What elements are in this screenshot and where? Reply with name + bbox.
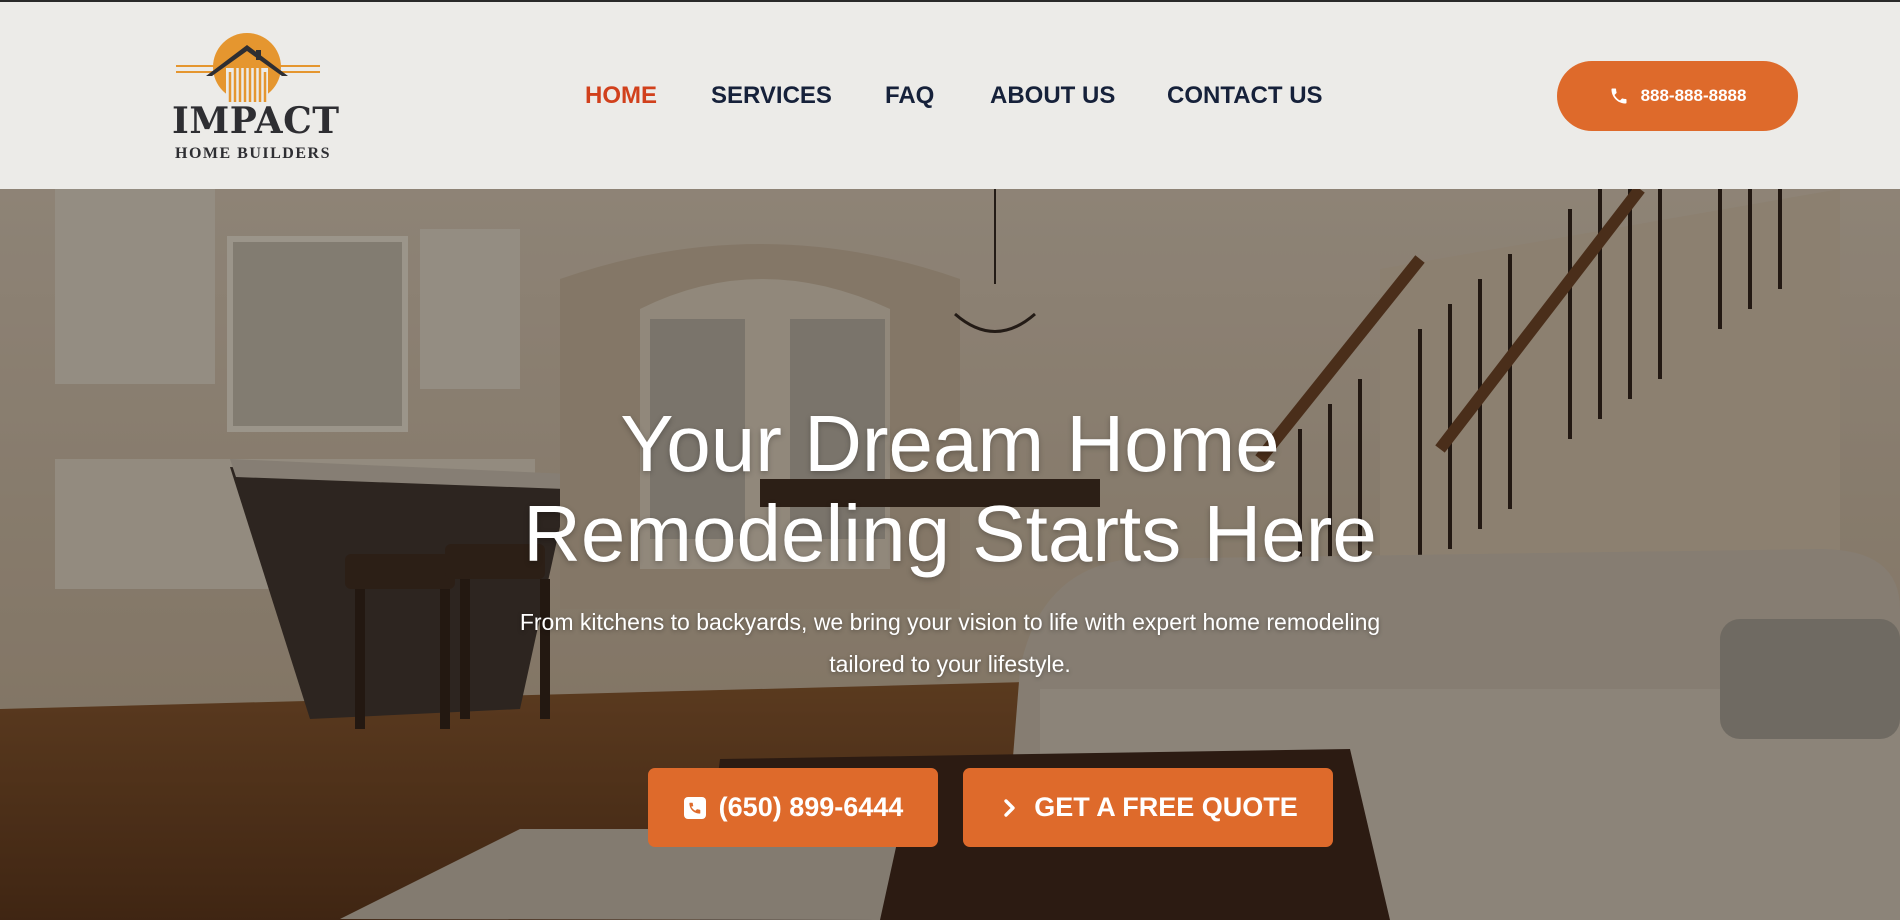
hero-title-line-2: Remodeling Starts Here bbox=[523, 489, 1377, 578]
hero-subtitle: From kitchens to backyards, we bring you… bbox=[460, 601, 1440, 685]
hero-section: Your Dream Home Remodeling Starts Here F… bbox=[0, 189, 1900, 920]
hero-title: Your Dream Home Remodeling Starts Here bbox=[350, 399, 1550, 579]
call-phone-label: (650) 899-6444 bbox=[718, 792, 904, 822]
phone-square-icon bbox=[683, 796, 706, 819]
logo[interactable]: IMPACT HOME BUILDERS bbox=[172, 32, 340, 167]
free-quote-button[interactable]: GET A FREE QUOTE bbox=[963, 768, 1333, 847]
call-phone-button[interactable]: (650) 899-6444 bbox=[648, 768, 938, 847]
logo-house-icon bbox=[176, 33, 320, 102]
header-phone-button[interactable]: 888-888-8888 bbox=[1557, 61, 1798, 131]
hero-subtitle-line-1: From kitchens to backyards, we bring you… bbox=[519, 609, 1381, 635]
logo-wordmark: IMPACT bbox=[172, 100, 340, 142]
phone-icon bbox=[1611, 88, 1627, 104]
hero-title-line-1: Your Dream Home bbox=[620, 399, 1280, 488]
nav-item-faq[interactable]: FAQ bbox=[885, 82, 934, 110]
nav-item-home[interactable]: HOME bbox=[585, 82, 657, 110]
nav-item-contact-us[interactable]: CONTACT US bbox=[1167, 82, 1323, 110]
nav-item-about-us[interactable]: ABOUT US bbox=[990, 82, 1115, 110]
nav-item-services[interactable]: SERVICES bbox=[711, 82, 832, 110]
logo-tagline: HOME BUILDERS bbox=[175, 145, 331, 162]
chevron-right-icon bbox=[1004, 798, 1015, 817]
header-phone-label: 888-888-8888 bbox=[1640, 86, 1747, 105]
free-quote-label: GET A FREE QUOTE bbox=[1034, 792, 1298, 822]
hero-subtitle-line-2: tailored to your lifestyle. bbox=[829, 651, 1071, 677]
site-header: IMPACT HOME BUILDERS HOME SERVICES FAQ A… bbox=[0, 2, 1900, 189]
